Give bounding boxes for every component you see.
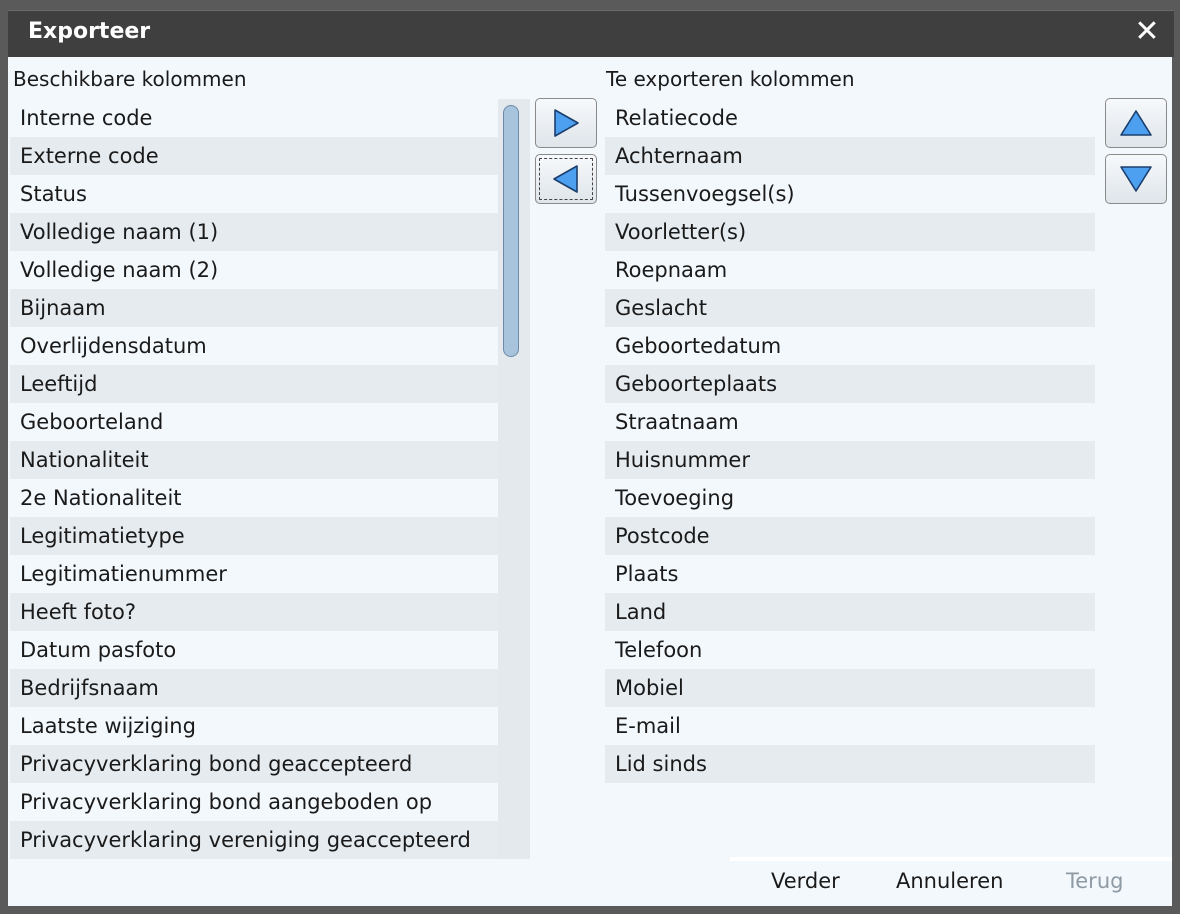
triangle-left-icon bbox=[553, 165, 578, 193]
list-item[interactable]: 2e Nationaliteit bbox=[10, 479, 498, 517]
list-item[interactable]: Postcode bbox=[605, 517, 1095, 555]
export-columns-list[interactable]: Relatiecode Achternaam Tussenvoegsel(s) Voo… bbox=[605, 99, 1095, 783]
list-item[interactable]: Overlijdensdatum bbox=[10, 327, 498, 365]
add-column-button[interactable] bbox=[535, 98, 597, 148]
list-item[interactable]: Privacyverklaring bond geaccepteerd bbox=[10, 745, 498, 783]
list-item[interactable]: Achternaam bbox=[605, 137, 1095, 175]
list-item[interactable]: Volledige naam (2) bbox=[10, 251, 498, 289]
list-item[interactable]: Mobiel bbox=[605, 669, 1095, 707]
move-down-button[interactable] bbox=[1105, 154, 1167, 204]
list-item[interactable]: Legitimatienummer bbox=[10, 555, 498, 593]
footer-divider bbox=[730, 857, 1172, 861]
list-item[interactable]: Tussenvoegsel(s) bbox=[605, 175, 1095, 213]
list-item[interactable]: Datum pasfoto bbox=[10, 631, 498, 669]
list-item[interactable]: Land bbox=[605, 593, 1095, 631]
list-item[interactable]: Geboorteplaats bbox=[605, 365, 1095, 403]
list-item[interactable]: Voorletter(s) bbox=[605, 213, 1095, 251]
list-item[interactable]: Privacyverklaring bond aangeboden op bbox=[10, 783, 498, 821]
list-item[interactable]: Toevoeging bbox=[605, 479, 1095, 517]
close-icon[interactable]: ✕ bbox=[1130, 15, 1164, 49]
list-item[interactable]: Geboorteland bbox=[10, 403, 498, 441]
remove-column-button[interactable] bbox=[535, 154, 597, 204]
list-item[interactable]: Heeft foto? bbox=[10, 593, 498, 631]
triangle-down-icon bbox=[1120, 166, 1152, 192]
back-button[interactable]: Terug bbox=[1066, 869, 1123, 893]
list-item[interactable]: Geboortedatum bbox=[605, 327, 1095, 365]
next-button[interactable]: Verder bbox=[771, 869, 840, 893]
list-item[interactable]: Legitimatietype bbox=[10, 517, 498, 555]
list-item[interactable]: Huisnummer bbox=[605, 441, 1095, 479]
available-columns-list[interactable]: Interne code Externe code Status Volledige … bbox=[10, 99, 498, 859]
list-item[interactable]: Roepnaam bbox=[605, 251, 1095, 289]
export-dialog: Exporteer ✕ Beschikbare kolommen Te expo… bbox=[0, 0, 1180, 914]
list-item[interactable]: Externe code bbox=[10, 137, 498, 175]
dialog-body: Beschikbare kolommen Te exporteren kolom… bbox=[8, 57, 1172, 906]
list-item[interactable]: Relatiecode bbox=[605, 99, 1095, 137]
move-up-button[interactable] bbox=[1105, 98, 1167, 148]
list-item[interactable]: Laatste wijziging bbox=[10, 707, 498, 745]
list-item[interactable]: Privacyverklaring vereniging geaccepteer… bbox=[10, 821, 498, 859]
triangle-up-icon bbox=[1120, 110, 1152, 136]
list-item[interactable]: Plaats bbox=[605, 555, 1095, 593]
title-bar: Exporteer ✕ bbox=[8, 10, 1174, 57]
available-columns-heading: Beschikbare kolommen bbox=[13, 67, 247, 91]
list-item[interactable]: Straatnaam bbox=[605, 403, 1095, 441]
export-columns-heading: Te exporteren kolommen bbox=[606, 67, 855, 91]
list-item[interactable]: Lid sinds bbox=[605, 745, 1095, 783]
list-item[interactable]: Leeftijd bbox=[10, 365, 498, 403]
list-item[interactable]: E-mail bbox=[605, 707, 1095, 745]
list-item[interactable]: Geslacht bbox=[605, 289, 1095, 327]
dialog-title: Exporteer bbox=[28, 19, 151, 44]
list-item[interactable]: Bedrijfsnaam bbox=[10, 669, 498, 707]
list-item[interactable]: Volledige naam (1) bbox=[10, 213, 498, 251]
list-item[interactable]: Nationaliteit bbox=[10, 441, 498, 479]
scrollbar-thumb[interactable] bbox=[503, 105, 519, 357]
available-list-scrollbar[interactable] bbox=[498, 99, 530, 859]
list-item[interactable]: Bijnaam bbox=[10, 289, 498, 327]
list-item[interactable]: Telefoon bbox=[605, 631, 1095, 669]
list-item[interactable]: Interne code bbox=[10, 99, 498, 137]
triangle-right-icon bbox=[554, 109, 579, 137]
cancel-button[interactable]: Annuleren bbox=[896, 869, 1003, 893]
list-item[interactable]: Status bbox=[10, 175, 498, 213]
